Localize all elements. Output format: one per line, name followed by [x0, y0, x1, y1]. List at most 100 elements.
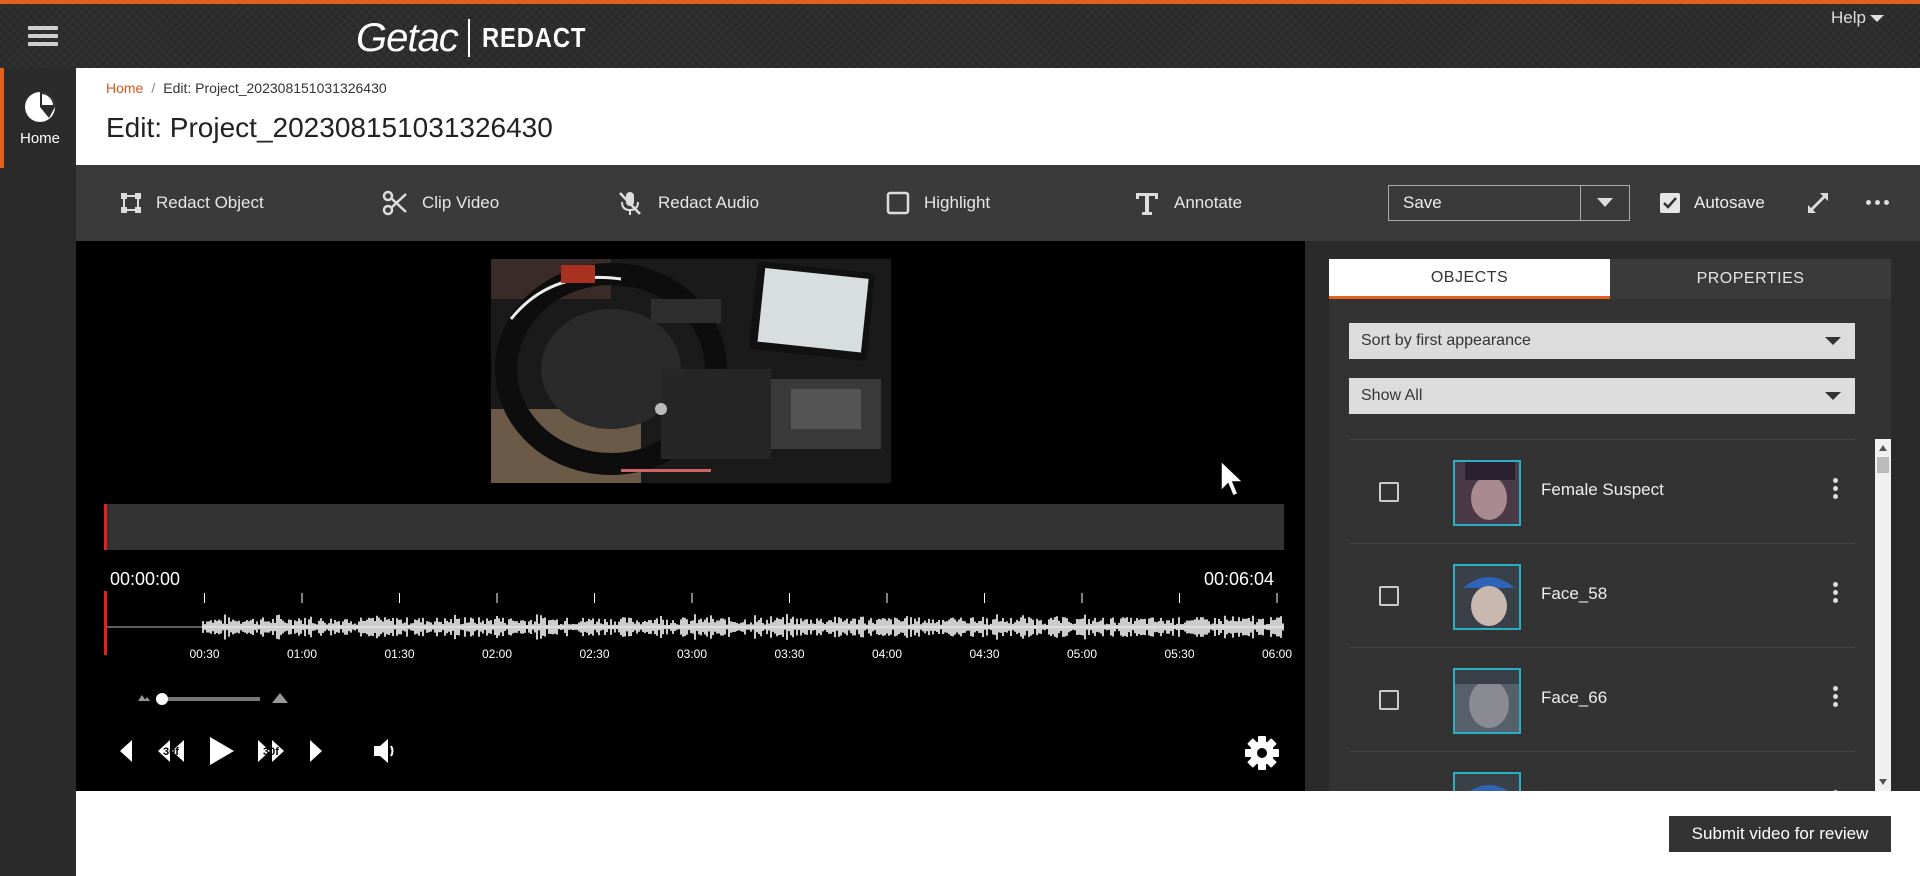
timeline-tick-label: 01:30 — [384, 647, 415, 661]
logo-product: REDACT — [481, 22, 586, 53]
scrollbar-thumb[interactable] — [1877, 457, 1889, 473]
nav-item-home[interactable]: Home — [0, 68, 76, 168]
save-button[interactable]: Save — [1389, 186, 1581, 220]
redact-audio-label: Redact Audio — [658, 193, 760, 212]
filter-select-value: Show All — [1361, 387, 1423, 404]
objects-panel-inner: OBJECTS PROPERTIES Sort by first appeara… — [1329, 259, 1891, 791]
clip-video-label: Clip Video — [422, 193, 500, 212]
waveform-path — [202, 614, 1284, 640]
volume-button[interactable] — [372, 737, 398, 765]
list-item[interactable]: Face_66 — [1349, 648, 1855, 752]
list-item[interactable]: Face_58 — [1349, 544, 1855, 648]
sort-select-value: Sort by first appearance — [1361, 332, 1531, 349]
waveform-graphic — [107, 593, 1284, 640]
object-list-scrollbar[interactable] — [1875, 439, 1891, 791]
logo-brand: Getac — [356, 15, 459, 60]
object-thumbnail[interactable] — [1453, 772, 1521, 791]
gear-icon[interactable] — [1244, 735, 1280, 776]
object-name: Face_58 — [1541, 584, 1608, 603]
autosave-toggle[interactable]: Autosave — [1660, 165, 1765, 241]
breadcrumb: Home / Edit: Project_202308151031326430 — [106, 80, 387, 96]
object-checkbox[interactable] — [1379, 690, 1399, 710]
highlight-square-icon — [886, 191, 910, 215]
skip-back-30f-button[interactable]: 30f — [156, 737, 186, 765]
help-label: Help — [1831, 8, 1866, 27]
list-item[interactable] — [1349, 752, 1855, 791]
page-title: Edit: Project_202308151031326430 — [106, 112, 553, 143]
fast-forward-icon: 30f — [258, 740, 284, 762]
next-frame-button[interactable] — [306, 738, 326, 764]
chevron-down-icon — [1597, 198, 1613, 207]
object-menu-icon[interactable] — [1833, 686, 1838, 707]
expand-icon[interactable] — [1806, 191, 1830, 220]
object-checkbox[interactable] — [1379, 586, 1399, 606]
sort-select[interactable]: Sort by first appearance — [1349, 323, 1855, 359]
time-end: 00:06:04 — [1204, 569, 1275, 589]
redact-object-button[interactable]: Redact Object — [120, 165, 264, 241]
scroll-up-icon[interactable] — [1879, 445, 1887, 451]
audio-waveform[interactable] — [104, 591, 1284, 655]
time-start: 00:00:00 — [110, 569, 181, 589]
highlight-label: Highlight — [924, 193, 991, 212]
tab-properties[interactable]: PROPERTIES — [1610, 259, 1891, 299]
filter-select[interactable]: Show All — [1349, 378, 1855, 414]
scroll-down-icon[interactable] — [1879, 779, 1887, 785]
object-checkbox[interactable] — [1379, 482, 1399, 502]
timeline-track[interactable] — [104, 504, 1284, 550]
autosave-label: Autosave — [1694, 193, 1765, 212]
list-item[interactable]: Female Suspect — [1349, 440, 1855, 544]
zoom-slider-handle — [156, 693, 168, 705]
timeline-tick-label: 05:30 — [1164, 647, 1195, 661]
autosave-checkbox[interactable] — [1660, 193, 1680, 213]
object-menu-icon[interactable] — [1833, 582, 1838, 603]
check-icon — [1663, 197, 1677, 209]
hamburger-menu-icon[interactable] — [28, 26, 58, 48]
panel-tabs: OBJECTS PROPERTIES — [1329, 259, 1891, 299]
redact-object-label: Redact Object — [156, 193, 264, 212]
nav-home-label: Home — [19, 129, 60, 147]
highlight-button[interactable]: Highlight — [886, 165, 990, 241]
play-button[interactable] — [206, 735, 236, 767]
object-thumbnail[interactable] — [1453, 668, 1521, 734]
play-icon — [210, 737, 234, 765]
clip-video-button[interactable]: Clip Video — [382, 165, 499, 241]
timeline-tick-label: 01:00 — [286, 647, 318, 661]
mouse-cursor-icon — [1220, 459, 1245, 497]
object-thumbnail[interactable] — [1453, 564, 1521, 630]
timeline-tick-label: 02:00 — [481, 647, 513, 661]
editor-toolbar: Redact Object Clip Video Redact Audio Hi… — [76, 165, 1920, 241]
text-t-icon — [1136, 193, 1158, 215]
step-back-icon — [120, 740, 132, 762]
timeline-tick-label: 02:30 — [579, 647, 610, 661]
skip-forward-30f-button[interactable]: 30f — [256, 737, 286, 765]
object-menu-icon[interactable] — [1833, 478, 1838, 499]
object-thumbnail[interactable] — [1453, 460, 1521, 526]
timeline-tick-label: 05:00 — [1066, 647, 1098, 661]
submit-video-button[interactable]: Submit video for review — [1669, 816, 1891, 852]
tab-objects[interactable]: OBJECTS — [1329, 259, 1610, 299]
object-name: Face_66 — [1541, 688, 1608, 707]
zoom-in-icon — [272, 693, 288, 703]
more-options-icon[interactable] — [1866, 200, 1889, 205]
previous-frame-button[interactable] — [116, 738, 136, 764]
timeline-tick-label: 04:30 — [969, 647, 1000, 661]
breadcrumb-home-link[interactable]: Home — [106, 80, 143, 96]
crop-square-icon — [121, 193, 141, 213]
app-logo: Getac REDACT — [356, 15, 604, 60]
step-forward-icon — [310, 740, 322, 762]
zoom-slider[interactable] — [136, 689, 316, 709]
video-preview[interactable] — [491, 259, 891, 483]
timeline-tick-label: 03:30 — [774, 647, 805, 661]
playback-controls: 30f 30f — [116, 731, 418, 771]
breadcrumb-separator: / — [151, 80, 156, 96]
help-menu[interactable]: Help — [1831, 8, 1884, 28]
logo-divider — [467, 19, 470, 57]
breadcrumb-current: Edit: Project_202308151031326430 — [163, 80, 387, 96]
object-list: Female Suspect Face_58 Face_66 — [1349, 439, 1855, 791]
annotate-button[interactable]: Annotate — [1134, 165, 1242, 241]
video-frame-image — [491, 259, 891, 483]
chevron-down-icon — [1825, 337, 1841, 345]
save-dropdown-button[interactable] — [1581, 186, 1629, 220]
timeline-tick-label: 03:00 — [676, 647, 708, 661]
redact-audio-button[interactable]: Redact Audio — [616, 165, 759, 241]
